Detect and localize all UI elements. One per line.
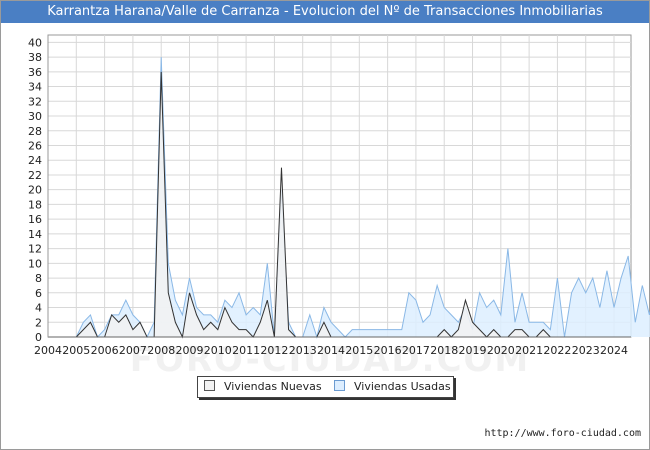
y-tick-label: 22: [28, 169, 42, 182]
x-tick-label: 2005: [62, 344, 90, 357]
legend-swatch-nuevas: [204, 380, 215, 391]
x-tick-label: 2006: [91, 344, 119, 357]
legend-swatch-usadas: [334, 380, 345, 391]
y-tick-label: 0: [35, 331, 42, 344]
y-tick-label: 40: [28, 36, 42, 49]
y-tick-label: 32: [28, 95, 42, 108]
legend-label-usadas: Viviendas Usadas: [354, 380, 451, 393]
legend-item-usadas: Viviendas Usadas: [334, 380, 451, 393]
legend-item-nuevas: Viviendas Nuevas: [204, 380, 322, 393]
x-tick-label: 2004: [34, 344, 62, 357]
y-tick-label: 6: [35, 287, 42, 300]
y-tick-label: 26: [28, 139, 42, 152]
plot-area: [47, 34, 632, 338]
x-tick-label: 2013: [289, 344, 317, 357]
y-tick-label: 2: [35, 316, 42, 329]
x-tick-label: 2018: [430, 344, 458, 357]
y-tick-label: 34: [28, 81, 42, 94]
legend-label-nuevas: Viviendas Nuevas: [224, 380, 322, 393]
x-tick-label: 2021: [515, 344, 543, 357]
y-tick-label: 16: [28, 213, 42, 226]
y-tick-label: 24: [28, 154, 42, 167]
y-tick-label: 38: [28, 51, 42, 64]
x-tick-label: 2020: [487, 344, 515, 357]
x-tick-label: 2024: [600, 344, 628, 357]
y-tick-label: 36: [28, 66, 42, 79]
y-tick-label: 28: [28, 125, 42, 138]
x-tick-label: 2007: [119, 344, 147, 357]
x-tick-label: 2017: [402, 344, 430, 357]
y-tick-label: 20: [28, 184, 42, 197]
x-tick-label: 2015: [345, 344, 373, 357]
source-link[interactable]: http://www.foro-ciudad.com: [484, 428, 641, 439]
x-tick-label: 2019: [459, 344, 487, 357]
x-tick-label: 2016: [374, 344, 402, 357]
x-tick-label: 2010: [204, 344, 232, 357]
y-tick-label: 10: [28, 257, 42, 270]
x-tick-label: 2009: [176, 344, 204, 357]
y-tick-label: 4: [35, 302, 42, 315]
x-tick-label: 2008: [147, 344, 175, 357]
y-tick-label: 8: [35, 272, 42, 285]
y-tick-label: 12: [28, 243, 42, 256]
x-tick-label: 2011: [232, 344, 260, 357]
x-tick-label: 2012: [260, 344, 288, 357]
x-tick-label: 2023: [572, 344, 600, 357]
legend: Viviendas Nuevas Viviendas Usadas: [197, 376, 454, 398]
y-tick-label: 30: [28, 110, 42, 123]
x-tick-label: 2014: [317, 344, 345, 357]
y-tick-label: 18: [28, 198, 42, 211]
x-tick-label: 2022: [543, 344, 571, 357]
y-tick-label: 14: [28, 228, 42, 241]
